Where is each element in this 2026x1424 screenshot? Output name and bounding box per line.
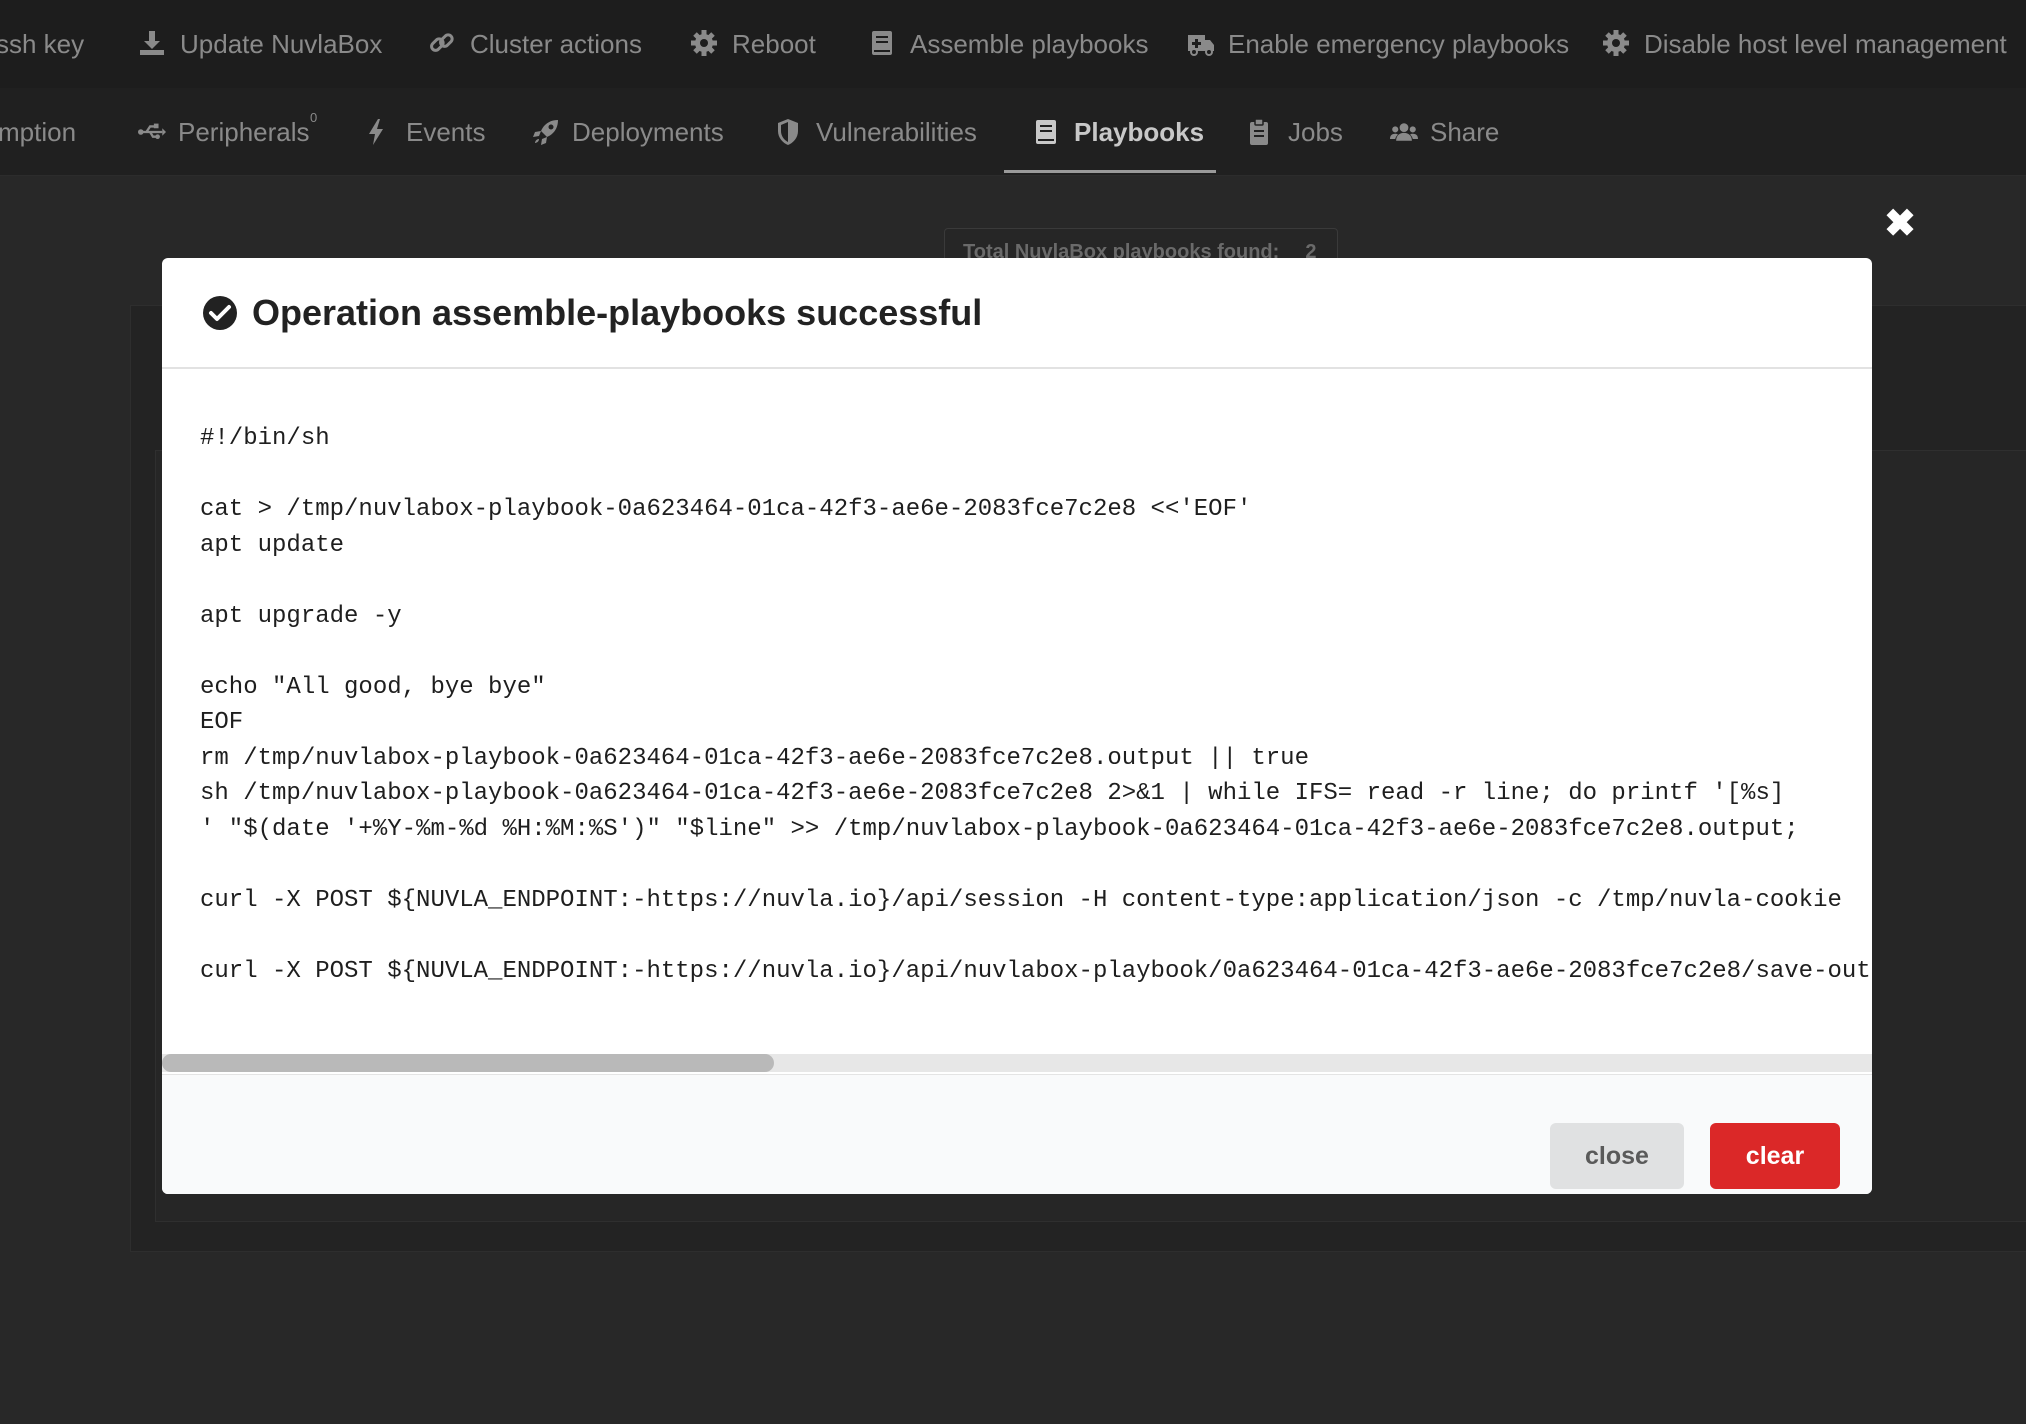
action-reboot[interactable]: Reboot [690,0,816,88]
tab-vulnerabilities[interactable]: Vulnerabilities [776,89,977,175]
action-update-nuvlabox[interactable]: Update NuvlaBox [138,0,382,88]
tab-share[interactable]: Share [1390,89,1499,175]
script-line: cat > /tmp/nuvlabox-playbook-0a623464-01… [200,496,1252,523]
actions-bar: ssh key Update NuvlaBox Cluster actions … [0,0,2026,89]
tab-jobs[interactable]: Jobs [1248,89,1343,175]
scrollbar-thumb[interactable] [162,1054,774,1072]
action-label: Enable emergency playbooks [1228,28,1570,59]
operation-result-modal: Operation assemble-playbooks successful … [162,258,1872,1194]
script-line: sh /tmp/nuvlabox-playbook-0a623464-01ca-… [200,780,1785,807]
tab-label: Share [1430,116,1500,147]
script-line: ' "$(date '+%Y-%m-%d %H:%M:%S')" "$line"… [200,815,1799,843]
tab-label: mption [0,116,77,147]
modal-title: Operation assemble-playbooks successful [252,291,983,333]
tab-label: Peripherals [178,116,310,147]
action-label: Reboot [732,28,816,59]
tab-consumption[interactable]: mption [0,89,76,175]
script-line: echo "All good, bye bye" [200,673,546,701]
script-line: rm /tmp/nuvlabox-playbook-0a623464-01ca-… [200,744,1309,772]
tabs-bar: mption Peripherals 0 Events Deployments … [0,89,2026,176]
active-tab-indicator [1004,170,1216,173]
action-label: Cluster actions [470,28,642,59]
modal-actions: close clear [162,1074,1872,1194]
shield-icon [776,118,804,146]
script-line: curl -X POST ${NUVLA_ENDPOINT:-https://n… [200,886,1842,914]
playbook-script: #!/bin/sh cat > /tmp/nuvlabox-playbook-0… [200,421,1872,989]
book-icon [868,29,898,59]
link-icon [428,29,458,59]
rocket-icon [532,118,560,146]
clipboard-icon [1248,118,1276,146]
close-button[interactable]: close [1550,1123,1684,1189]
action-label: Update NuvlaBox [180,28,383,59]
gear-icon [690,29,720,59]
ambulance-icon [1186,29,1216,59]
clear-button[interactable]: clear [1710,1123,1840,1189]
modal-close-icon[interactable]: ✖ [1882,205,1918,243]
tab-label: Vulnerabilities [816,116,977,147]
action-assemble-playbooks[interactable]: Assemble playbooks [868,0,1148,88]
tab-label: Jobs [1288,116,1343,147]
script-line: EOF [200,709,244,736]
tab-peripherals[interactable]: Peripherals [138,89,310,175]
action-disable-host-level-management[interactable]: Disable host level management [1602,0,2007,88]
script-line: #!/bin/sh [200,425,330,452]
action-ssh-key[interactable]: ssh key [0,0,84,88]
action-label: Assemble playbooks [910,28,1149,59]
action-label: ssh key [0,28,85,59]
action-cluster-actions[interactable]: Cluster actions [428,0,642,88]
horizontal-scrollbar[interactable] [162,1054,1872,1072]
tab-playbooks[interactable]: Playbooks [1034,89,1204,175]
gear-icon [1602,29,1632,59]
tab-events[interactable]: Events [366,89,486,175]
book-icon [1034,118,1062,146]
action-enable-emergency-playbooks[interactable]: Enable emergency playbooks [1186,0,1569,88]
modal-header: Operation assemble-playbooks successful [162,258,1872,369]
action-label: Disable host level management [1644,28,2007,59]
tab-deployments[interactable]: Deployments [532,89,724,175]
tab-label: Deployments [572,116,724,147]
script-line: apt update [200,531,345,559]
bolt-icon [366,118,394,146]
users-icon [1390,118,1418,146]
tab-label: Playbooks [1074,116,1205,147]
usb-icon [138,118,166,146]
tab-label: Events [406,116,486,147]
download-icon [138,29,168,59]
script-line: curl -X POST ${NUVLA_ENDPOINT:-https://n… [200,957,1872,985]
script-line: apt upgrade -y [200,602,402,630]
check-circle-icon [202,295,238,331]
modal-content[interactable]: #!/bin/sh cat > /tmp/nuvlabox-playbook-0… [162,371,1872,1071]
peripherals-count-badge: 0 [310,110,318,125]
